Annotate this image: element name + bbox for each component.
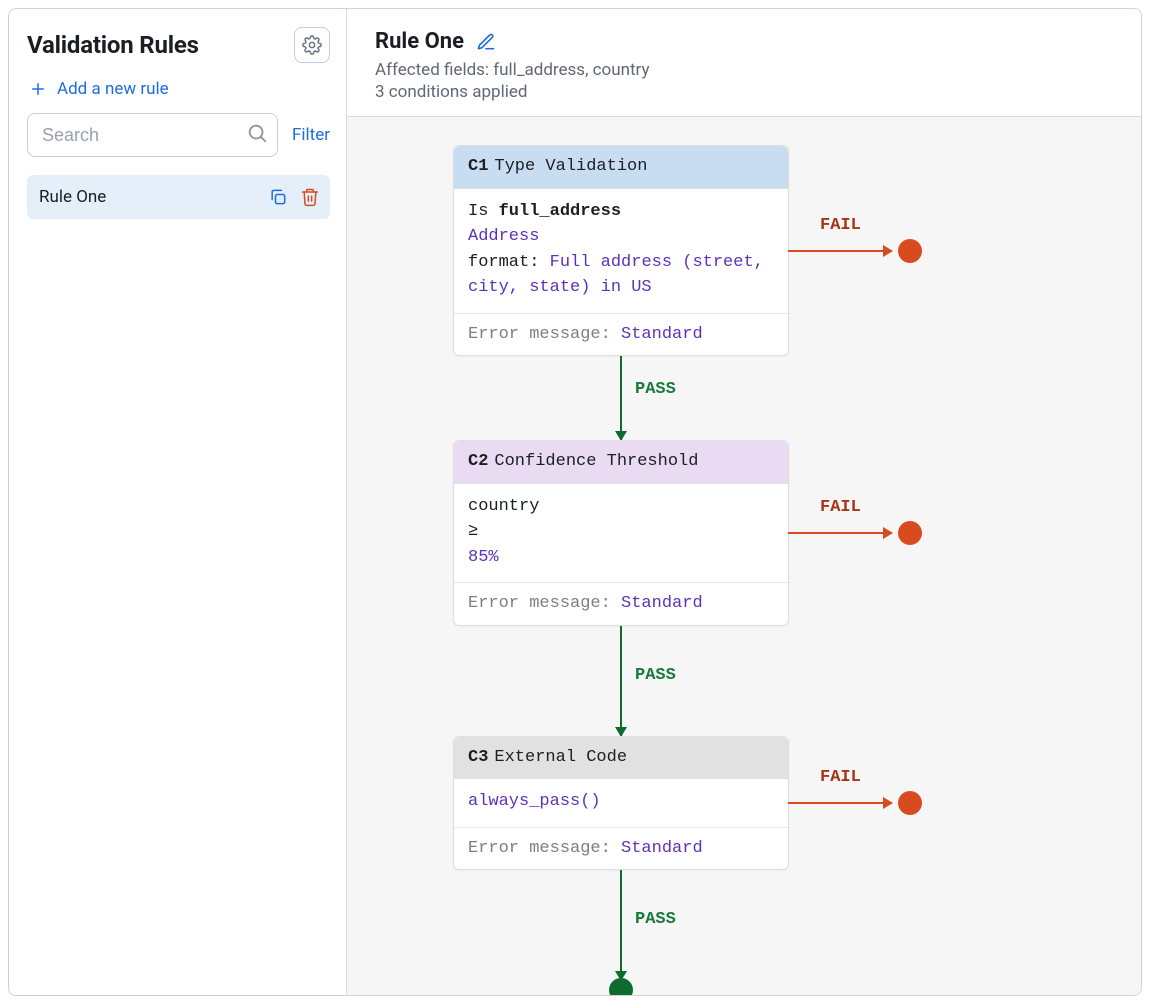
flow-column: C1 Type Validation Is full_address Addres… [381, 145, 861, 995]
flow-canvas[interactable]: C1 Type Validation Is full_address Addres… [347, 117, 1141, 995]
pass-label: PASS [635, 666, 676, 685]
edit-icon[interactable] [476, 32, 496, 52]
plus-icon [29, 80, 47, 98]
rule-title: Rule One [375, 29, 464, 54]
gear-icon [302, 35, 322, 55]
main: Rule One Affected fields: full_address, … [347, 9, 1141, 995]
condition-head: C3 External Code [454, 737, 788, 780]
error-prefix: Error message: [468, 839, 611, 858]
fail-arrow [788, 532, 892, 534]
pass-arrow [620, 356, 622, 440]
c1-format-label: format: [468, 253, 539, 272]
condition-footer: Error message: Standard [454, 313, 788, 356]
pass-connector: PASS [381, 356, 861, 440]
error-prefix: Error message: [468, 325, 611, 344]
c2-threshold: 85% [468, 545, 774, 571]
error-value: Standard [621, 839, 703, 858]
condition-card-c1[interactable]: C1 Type Validation Is full_address Addres… [453, 145, 789, 356]
condition-card-c2[interactable]: C2 Confidence Threshold country ≥ 85% Err… [453, 440, 789, 626]
affected-fields-label: Affected fields: full_address, country [375, 60, 1113, 80]
pass-arrow [620, 626, 622, 736]
error-prefix: Error message: [468, 594, 611, 613]
search-row: Filter [27, 113, 330, 157]
fail-arrow [788, 250, 892, 252]
pass-connector: PASS [381, 870, 861, 980]
fail-terminal-dot [898, 791, 922, 815]
add-rule-button[interactable]: Add a new rule [27, 75, 330, 101]
search-input[interactable] [27, 113, 278, 157]
sidebar: Validation Rules Add a new rule Filter [9, 9, 347, 995]
fail-branch: FAIL [788, 521, 922, 545]
rule-list: Rule One [27, 175, 330, 219]
c3-expression: always_pass() [468, 789, 774, 815]
settings-button[interactable] [294, 27, 330, 63]
condition-head: C1 Type Validation [454, 146, 788, 189]
condition-title: External Code [494, 748, 627, 767]
pass-label: PASS [635, 380, 676, 399]
duplicate-icon[interactable] [268, 187, 288, 207]
c1-prefix: Is [468, 202, 488, 221]
fail-terminal-dot [898, 239, 922, 263]
condition-card-c3[interactable]: C3 External Code always_pass() Error mess… [453, 736, 789, 871]
condition-id: C3 [468, 748, 488, 767]
condition-footer: Error message: Standard [454, 827, 788, 870]
app-frame: Validation Rules Add a new rule Filter [8, 8, 1142, 996]
search-wrap [27, 113, 278, 157]
c2-operator: ≥ [468, 519, 774, 545]
condition-id: C2 [468, 452, 488, 471]
conditions-count-label: 3 conditions applied [375, 82, 1113, 102]
error-value: Standard [621, 594, 703, 613]
fail-branch: FAIL [788, 239, 922, 263]
sidebar-title: Validation Rules [27, 31, 199, 59]
condition-head: C2 Confidence Threshold [454, 441, 788, 484]
fail-label: FAIL [820, 765, 861, 791]
fail-arrow [788, 802, 892, 804]
filter-button[interactable]: Filter [292, 125, 330, 145]
c1-type: Address [468, 224, 774, 250]
condition-body: Is full_address Address format: Full add… [454, 189, 788, 313]
add-rule-label: Add a new rule [57, 79, 169, 99]
rule-title-row: Rule One [375, 29, 1113, 54]
fail-terminal-dot [898, 521, 922, 545]
search-icon [246, 122, 268, 148]
rule-row-actions [268, 187, 320, 207]
error-value: Standard [621, 325, 703, 344]
condition-title: Confidence Threshold [494, 452, 698, 471]
fail-branch: FAIL [788, 791, 922, 815]
pass-arrow [620, 870, 622, 980]
c1-field: full_address [499, 202, 621, 221]
rule-header: Rule One Affected fields: full_address, … [347, 9, 1141, 117]
rule-list-item-label: Rule One [39, 187, 106, 207]
condition-body: country ≥ 85% [454, 484, 788, 583]
c2-field: country [468, 494, 774, 520]
fail-label: FAIL [820, 213, 861, 239]
condition-body: always_pass() [454, 779, 788, 827]
condition-title: Type Validation [494, 157, 647, 176]
rule-list-item[interactable]: Rule One [27, 175, 330, 219]
fail-label: FAIL [820, 495, 861, 521]
sidebar-header: Validation Rules [27, 27, 330, 63]
condition-footer: Error message: Standard [454, 582, 788, 625]
delete-icon[interactable] [300, 187, 320, 207]
pass-label: PASS [635, 910, 676, 929]
condition-id: C1 [468, 157, 488, 176]
pass-connector: PASS [381, 626, 861, 736]
